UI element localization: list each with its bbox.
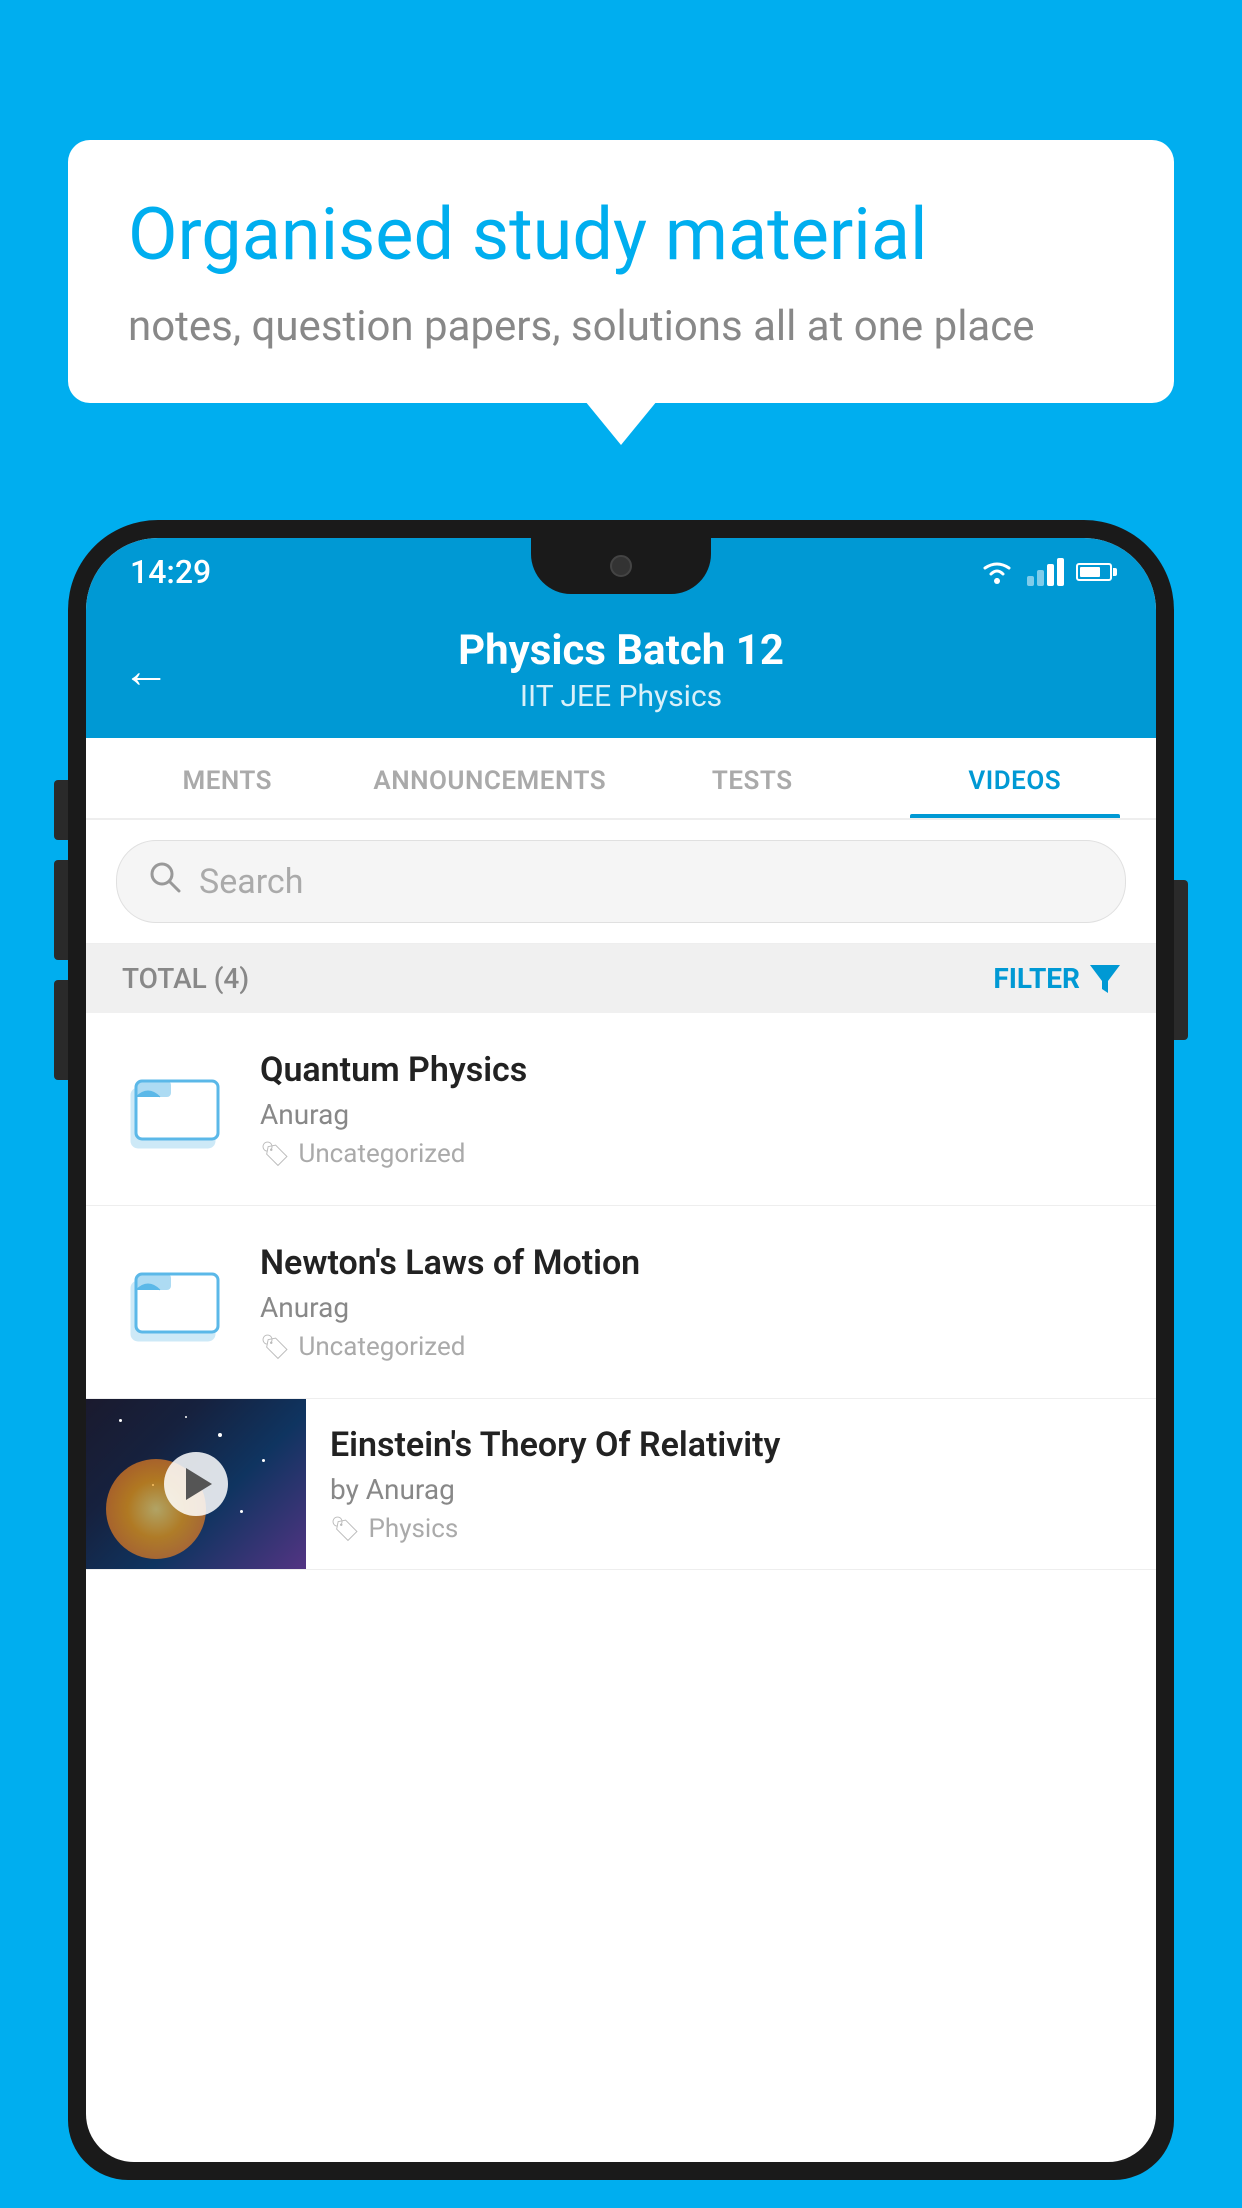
side-button-right [1174, 880, 1188, 1040]
app-header: ← Physics Batch 12 IIT JEE Physics [86, 606, 1156, 738]
tag-icon: 🏷 [260, 1140, 290, 1168]
tag-icon: 🏷 [330, 1515, 360, 1543]
status-bar: 14:29 [86, 538, 1156, 606]
video-title: Newton's Laws of Motion [260, 1243, 1126, 1283]
search-bar[interactable]: Search [116, 840, 1126, 923]
batch-subtitle: IIT JEE Physics [200, 679, 1042, 714]
wifi-icon [979, 558, 1015, 586]
phone-outer: 14:29 [68, 520, 1174, 2180]
tab-videos[interactable]: VIDEOS [884, 738, 1147, 818]
phone-frame: 14:29 [68, 520, 1174, 2208]
video-title: Quantum Physics [260, 1050, 1126, 1090]
side-button-2 [54, 860, 68, 960]
speech-bubble: Organised study material notes, question… [68, 140, 1174, 403]
filter-button[interactable]: FILTER [993, 962, 1120, 995]
notch [531, 538, 711, 594]
video-info: Quantum Physics Anurag 🏷 Uncategorized [260, 1050, 1126, 1169]
tab-tests[interactable]: TESTS [621, 738, 884, 818]
folder-icon [116, 1242, 236, 1362]
bubble-subtitle: notes, question papers, solutions all at… [128, 302, 1114, 351]
camera [610, 555, 632, 577]
status-icons [979, 558, 1112, 586]
tabs-bar: MENTS ANNOUNCEMENTS TESTS VIDEOS [86, 738, 1156, 820]
video-tag: 🏷 Physics [330, 1514, 1132, 1544]
folder-icon [116, 1049, 236, 1169]
video-list: Quantum Physics Anurag 🏷 Uncategorized [86, 1013, 1156, 1570]
status-time: 14:29 [130, 553, 211, 591]
video-info: Einstein's Theory Of Relativity by Anura… [306, 1401, 1156, 1568]
list-item[interactable]: Einstein's Theory Of Relativity by Anura… [86, 1399, 1156, 1570]
total-count: TOTAL (4) [122, 962, 249, 995]
bubble-title: Organised study material [128, 192, 1114, 278]
video-title: Einstein's Theory Of Relativity [330, 1425, 1132, 1465]
header-title-group: Physics Batch 12 IIT JEE Physics [200, 626, 1042, 714]
video-tag: 🏷 Uncategorized [260, 1139, 1126, 1169]
search-icon [147, 859, 183, 904]
list-item[interactable]: Newton's Laws of Motion Anurag 🏷 Uncateg… [86, 1206, 1156, 1399]
list-item[interactable]: Quantum Physics Anurag 🏷 Uncategorized [86, 1013, 1156, 1206]
filter-bar: TOTAL (4) FILTER [86, 944, 1156, 1013]
side-button-3 [54, 980, 68, 1080]
tab-ments[interactable]: MENTS [96, 738, 359, 818]
video-author: Anurag [260, 1098, 1126, 1131]
filter-icon [1090, 965, 1120, 993]
batch-title: Physics Batch 12 [200, 626, 1042, 675]
video-author: by Anurag [330, 1473, 1132, 1506]
video-author: Anurag [260, 1291, 1126, 1324]
video-tag: 🏷 Uncategorized [260, 1332, 1126, 1362]
play-triangle [186, 1468, 212, 1500]
video-info: Newton's Laws of Motion Anurag 🏷 Uncateg… [260, 1243, 1126, 1362]
filter-label: FILTER [993, 962, 1080, 995]
tab-announcements[interactable]: ANNOUNCEMENTS [359, 738, 622, 818]
tag-icon: 🏷 [260, 1333, 290, 1361]
battery-icon [1076, 563, 1112, 581]
speech-bubble-container: Organised study material notes, question… [68, 140, 1174, 403]
search-container: Search [86, 820, 1156, 944]
battery-fill [1080, 567, 1100, 577]
video-thumbnail [86, 1399, 306, 1569]
back-button[interactable]: ← [122, 642, 170, 699]
search-placeholder: Search [199, 862, 303, 902]
phone-screen: 14:29 [86, 538, 1156, 2162]
side-button-1 [54, 780, 68, 840]
signal-icon [1027, 558, 1064, 586]
play-button[interactable] [164, 1452, 228, 1516]
